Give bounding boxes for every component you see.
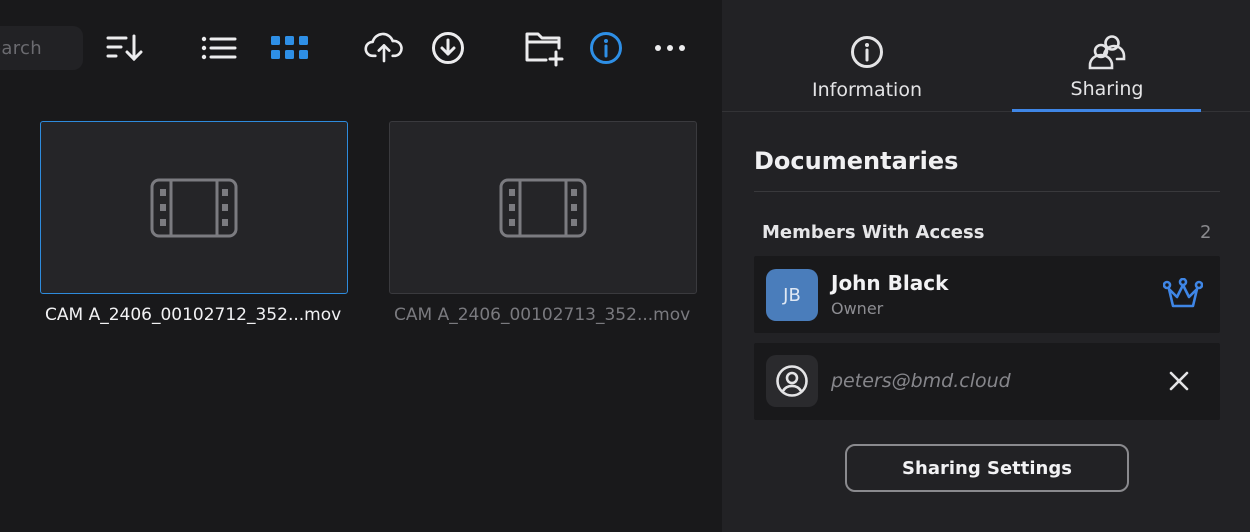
list-view-button[interactable] (199, 28, 239, 68)
member-name: John Black (831, 271, 949, 295)
tab-sharing-label: Sharing (1070, 78, 1144, 100)
members-count: 2 (1200, 222, 1212, 243)
upload-cloud-icon (364, 32, 403, 63)
section-divider (754, 191, 1220, 192)
video-file-icon (499, 178, 587, 238)
upload-button[interactable] (364, 28, 404, 68)
people-icon (1088, 35, 1126, 70)
new-folder-button[interactable] (522, 28, 566, 68)
sharing-settings-button[interactable]: Sharing Settings (845, 444, 1129, 492)
more-icon (655, 45, 685, 51)
info-icon (851, 36, 883, 68)
new-folder-icon (525, 32, 564, 67)
search-placeholder: earch (0, 38, 42, 59)
sort-button[interactable] (104, 28, 144, 68)
crown-icon (1163, 278, 1203, 308)
list-view-icon (201, 36, 237, 60)
member-role: Owner (831, 299, 884, 318)
active-tab-indicator (1012, 109, 1201, 112)
tab-information[interactable]: Information (772, 0, 962, 112)
file-thumbnail[interactable] (389, 121, 697, 294)
download-icon (432, 32, 464, 64)
file-browser: earch (0, 0, 722, 532)
search-field[interactable]: earch (0, 26, 83, 70)
more-button[interactable] (650, 28, 690, 68)
info-icon (590, 32, 622, 64)
grid-view-button[interactable] (270, 28, 310, 68)
file-thumbnail[interactable] (40, 121, 348, 294)
folder-title: Documentaries (754, 147, 959, 175)
file-name[interactable]: CAM A_2406_00102712_352...mov (45, 305, 341, 325)
file-name[interactable]: CAM A_2406_00102713_352...mov (394, 305, 690, 325)
members-heading: Members With Access (762, 222, 985, 243)
download-button[interactable] (428, 28, 468, 68)
grid-view-icon (271, 36, 308, 59)
tab-information-label: Information (812, 79, 922, 101)
avatar: JB (766, 269, 818, 321)
info-button[interactable] (586, 28, 626, 68)
member-row[interactable]: peters@bmd.cloud (754, 343, 1220, 420)
tab-sharing[interactable]: Sharing (1012, 0, 1202, 112)
user-icon (776, 365, 808, 397)
video-file-icon (150, 178, 238, 238)
close-icon[interactable] (1168, 370, 1190, 392)
details-panel: Information Sharing Documentaries Member… (722, 0, 1250, 532)
member-email: peters@bmd.cloud (831, 370, 1011, 392)
sort-icon (106, 34, 143, 62)
avatar (766, 355, 818, 407)
member-row[interactable]: JB John Black Owner (754, 256, 1220, 333)
